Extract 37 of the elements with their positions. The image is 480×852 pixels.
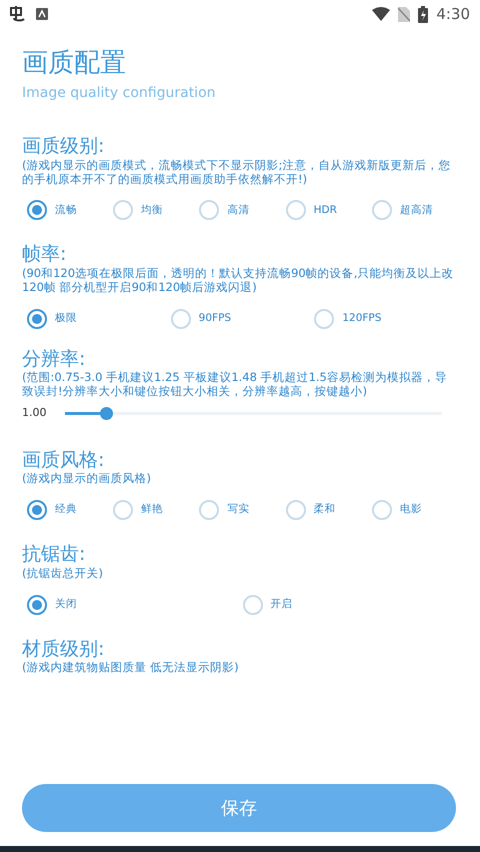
radio-option[interactable]: 电影 bbox=[372, 500, 458, 520]
section-description: (范围:0.75-3.0 手机建议1.25 平板建议1.48 手机超过1.5容易检测为模拟器，导致误封!分辨率大小和键位按钮大小相关，分辨率越高，按键越小) bbox=[22, 371, 448, 400]
radio-option[interactable]: 关闭 bbox=[27, 594, 242, 614]
section-description: (游戏内显示的画质风格) bbox=[22, 472, 152, 486]
section-title: 材质级别: bbox=[22, 636, 106, 662]
radio-option[interactable]: 90FPS bbox=[170, 308, 314, 329]
section-title: 抗锯齿: bbox=[22, 542, 86, 567]
radio-option[interactable]: 超高清 bbox=[372, 200, 458, 220]
section-description: (抗锯齿总开关) bbox=[22, 566, 104, 580]
radio-option[interactable]: 开启 bbox=[242, 594, 458, 614]
section-description: (90和120选项在极限后面，透明的！默认支持流畅90帧的设备,只能均衡及以上改120帧 部分机型开启90和120帧后游戏闪退) bbox=[22, 267, 454, 295]
radio-option[interactable]: 经典 bbox=[27, 500, 114, 520]
radio-option[interactable]: 柔和 bbox=[286, 500, 372, 520]
wifi-icon bbox=[372, 7, 390, 21]
section-title: 帧率: bbox=[22, 242, 68, 268]
slider-thumb[interactable] bbox=[100, 406, 114, 420]
radio-option[interactable]: HDR bbox=[286, 200, 372, 220]
save-button[interactable]: 保存 bbox=[22, 784, 456, 832]
section-title: 画质风格: bbox=[22, 448, 106, 472]
radio-option[interactable]: 均衡 bbox=[113, 200, 200, 220]
battery-icon bbox=[418, 6, 428, 22]
page-title: 画质配置 bbox=[22, 48, 127, 80]
section-title: 画质级别: bbox=[22, 134, 106, 159]
clock-time: 4:30 bbox=[436, 4, 470, 25]
radio-option[interactable]: 极限 bbox=[27, 308, 171, 329]
radio-option[interactable]: 高清 bbox=[199, 200, 286, 220]
section-description: (游戏内建筑物贴图质量 低无法显示阴影) bbox=[22, 661, 240, 675]
page-subtitle: Image quality configuration bbox=[22, 84, 217, 104]
keyboard-icon bbox=[36, 8, 48, 20]
radio-option[interactable]: 流畅 bbox=[27, 200, 114, 220]
radio-option[interactable]: 鲜艳 bbox=[113, 500, 200, 520]
no-sim-icon bbox=[398, 6, 410, 22]
radio-option[interactable]: 写实 bbox=[199, 500, 286, 520]
radio-option[interactable]: 120FPS bbox=[314, 308, 458, 329]
section-title: 分辨率: bbox=[22, 346, 86, 372]
slider-value: 1.00 bbox=[22, 405, 46, 422]
section-description: (游戏内显示的画质模式，流畅模式下不显示阴影;注意，自从游戏新版更新后，您的手机原本开不了的画质模式用画质助手依然解不开!) bbox=[22, 158, 452, 186]
